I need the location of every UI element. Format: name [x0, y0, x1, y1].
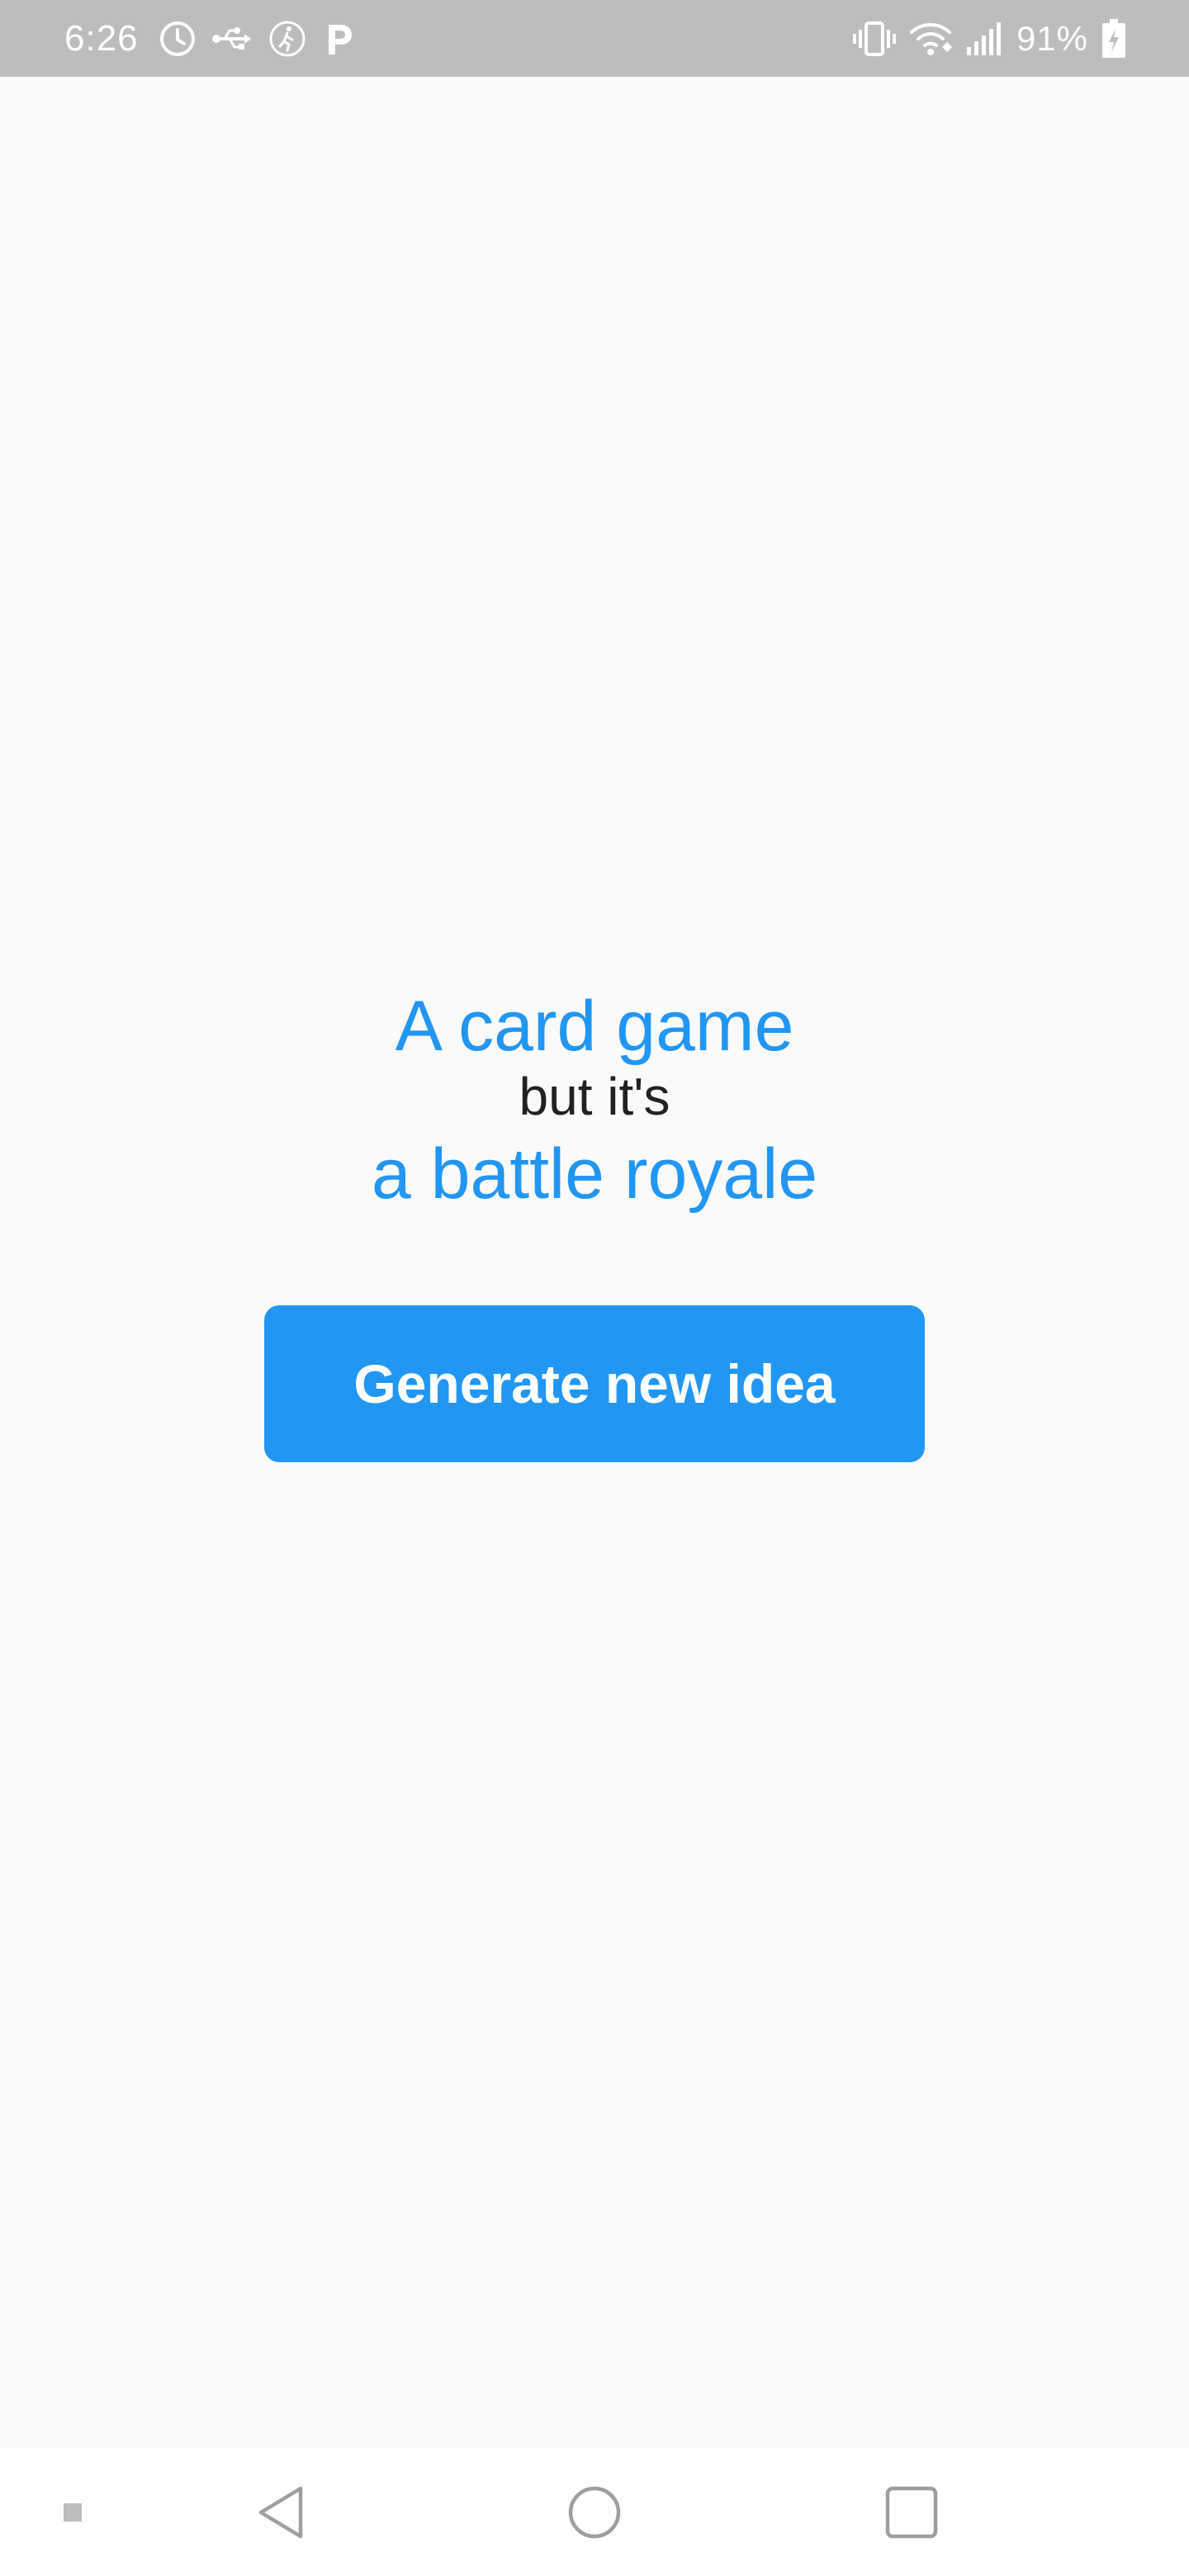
- status-bar-left: 6:26: [64, 0, 355, 77]
- idea-second-part: a battle royale: [371, 1134, 818, 1214]
- activity-tracker-icon: [268, 19, 307, 59]
- alarm-clock-icon: [159, 20, 197, 58]
- back-icon[interactable]: [239, 2449, 322, 2576]
- navigation-bar: [0, 2449, 1189, 2576]
- generate-idea-button[interactable]: Generate new idea: [264, 1305, 925, 1462]
- status-bar: 6:26 91%: [0, 0, 1189, 77]
- idea-first-part: A card game: [395, 987, 794, 1066]
- status-bar-right: 91%: [852, 0, 1126, 77]
- status-time: 6:26: [64, 17, 139, 59]
- parking-app-icon: [322, 20, 355, 58]
- app-screen: 6:26 91% A card game but it's a battle r…: [0, 0, 1189, 2576]
- battery-percent: 91%: [1016, 18, 1088, 58]
- usb-icon: [211, 24, 253, 54]
- signal-icon: [965, 21, 1003, 57]
- wifi-icon: [909, 21, 952, 57]
- nav-indicator-icon: [48, 2449, 97, 2576]
- recents-icon[interactable]: [870, 2449, 953, 2576]
- idea-connector: but it's: [519, 1067, 670, 1126]
- vibrate-icon: [852, 20, 896, 58]
- home-icon[interactable]: [553, 2449, 636, 2576]
- battery-charging-icon: [1101, 18, 1126, 59]
